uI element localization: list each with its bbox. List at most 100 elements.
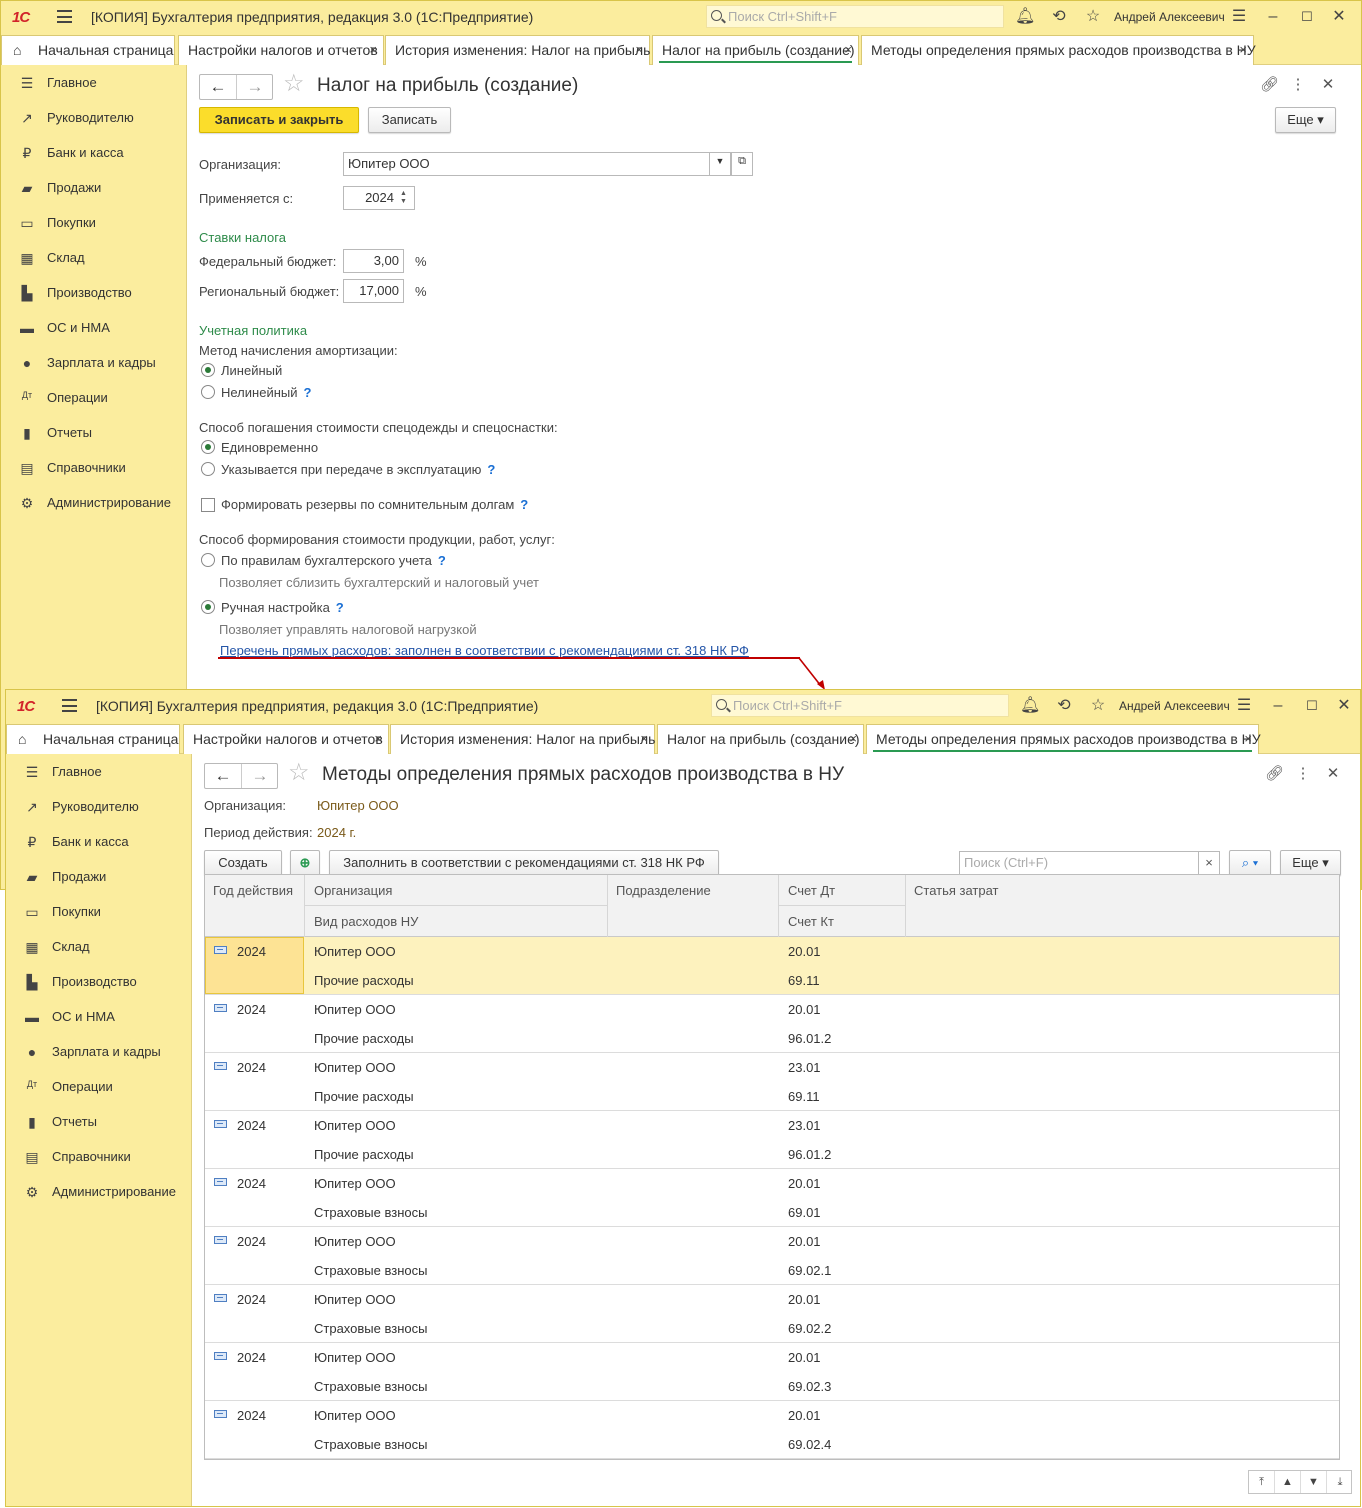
- tab-close-icon[interactable]: ×: [1244, 731, 1252, 746]
- sidebar-item-manager[interactable]: ↗ Руководителю: [1, 110, 187, 140]
- reserves-label[interactable]: Формировать резервы по сомнительным долг…: [221, 497, 528, 512]
- maximize-icon[interactable]: ☐: [1297, 7, 1317, 27]
- save-button[interactable]: Записать: [368, 107, 451, 133]
- radio-nonlinear[interactable]: [201, 385, 215, 399]
- col-expense-type[interactable]: Вид расходов НУ: [314, 914, 418, 929]
- open-icon[interactable]: ⧉: [731, 152, 753, 176]
- forward-arrow-icon[interactable]: →: [237, 76, 273, 98]
- history-icon[interactable]: ⟲: [1054, 696, 1074, 716]
- col-cost-item[interactable]: Статья затрат: [914, 883, 999, 898]
- linear-label[interactable]: Линейный: [221, 363, 282, 378]
- favorites-star-icon[interactable]: ☆: [1083, 7, 1103, 27]
- list-search-input[interactable]: Поиск (Ctrl+F): [959, 851, 1199, 875]
- global-search-input[interactable]: Поиск Ctrl+Shift+F: [711, 694, 1009, 717]
- help-icon[interactable]: ?: [304, 385, 312, 400]
- more-vert-icon[interactable]: ⋮: [1294, 764, 1312, 782]
- sidebar-item-fixed-assets[interactable]: ▬ ОС и НМА: [1, 320, 187, 350]
- settings-menu-icon[interactable]: ☰: [1234, 696, 1254, 716]
- table-row[interactable]: 2024 Юпитер ООО Прочие расходы 23.01 96.…: [205, 1111, 1339, 1169]
- col-credit[interactable]: Счет Кт: [788, 914, 834, 929]
- manual-label[interactable]: Ручная настройка?: [221, 600, 344, 615]
- sidebar-item-purchases[interactable]: ▭ Покупки: [6, 904, 192, 934]
- tab-close-icon[interactable]: ×: [635, 42, 643, 57]
- sidebar-item-reports[interactable]: ▮ Отчеты: [1, 425, 187, 455]
- tab-direct-expense-methods[interactable]: Методы определения прямых расходов произ…: [866, 724, 1261, 754]
- save-and-close-button[interactable]: Записать и закрыть: [199, 107, 359, 133]
- radio-once[interactable]: [201, 440, 215, 454]
- help-icon[interactable]: ?: [336, 600, 344, 615]
- tab-close-icon[interactable]: ×: [374, 731, 382, 746]
- back-arrow-icon[interactable]: ←: [200, 76, 236, 98]
- favorites-star-icon[interactable]: ☆: [1088, 696, 1108, 716]
- tab-home[interactable]: ⌂ Начальная страница: [6, 724, 180, 754]
- tab-direct-expense-methods[interactable]: Методы определения прямых расходов произ…: [861, 35, 1256, 65]
- table-row[interactable]: 2024 Юпитер ООО Страховые взносы 20.01 6…: [205, 1227, 1339, 1285]
- nonlinear-label[interactable]: Нелинейный?: [221, 385, 311, 400]
- favorite-star-icon[interactable]: ☆: [283, 71, 305, 97]
- clear-search-icon[interactable]: ×: [1198, 851, 1220, 875]
- form-close-icon[interactable]: ✕: [1324, 764, 1342, 782]
- sidebar-item-production[interactable]: ▙ Производство: [6, 974, 192, 1004]
- sidebar-item-salary[interactable]: ● Зарплата и кадры: [1, 355, 187, 385]
- tab-close-icon[interactable]: ×: [844, 42, 852, 57]
- sidebar-item-manager[interactable]: ↗ Руководителю: [6, 799, 192, 829]
- accounting-rules-label[interactable]: По правилам бухгалтерского учета?: [221, 553, 446, 568]
- history-icon[interactable]: ⟲: [1049, 7, 1069, 27]
- help-icon[interactable]: ?: [438, 553, 446, 568]
- tab-tax-settings[interactable]: Настройки налогов и отчетов ×: [183, 724, 389, 754]
- sidebar-item-references[interactable]: ▤ Справочники: [1, 460, 187, 490]
- radio-transfer[interactable]: [201, 462, 215, 476]
- more-vert-icon[interactable]: ⋮: [1289, 75, 1307, 93]
- table-row[interactable]: 2024 Юпитер ООО Страховые взносы 20.01 6…: [205, 1343, 1339, 1401]
- tab-tax-profit-create[interactable]: Налог на прибыль (создание) ×: [652, 35, 859, 65]
- sidebar-item-operations[interactable]: Дт Операции: [1, 390, 187, 420]
- sidebar-item-warehouse[interactable]: ▦ Склад: [1, 250, 187, 280]
- col-division[interactable]: Подразделение: [616, 883, 711, 898]
- tab-tax-settings[interactable]: Настройки налогов и отчетов ×: [178, 35, 384, 65]
- sidebar-item-bank[interactable]: ₽ Банк и касса: [6, 834, 192, 864]
- sidebar-item-admin[interactable]: ⚙ Администрирование: [1, 495, 187, 525]
- col-year[interactable]: Год действия: [213, 883, 293, 898]
- scroll-top-icon[interactable]: ⤒: [1249, 1471, 1275, 1493]
- radio-manual[interactable]: [201, 600, 215, 614]
- radio-accounting-rules[interactable]: [201, 553, 215, 567]
- sidebar-item-operations[interactable]: Дт Операции: [6, 1079, 192, 1109]
- sidebar-item-main[interactable]: ☰ Главное: [6, 764, 192, 794]
- tab-close-icon[interactable]: ×: [849, 731, 857, 746]
- global-search-input[interactable]: Поиск Ctrl+Shift+F: [706, 5, 1004, 28]
- main-menu-icon[interactable]: [57, 10, 72, 23]
- bell-icon[interactable]: 🔔︎: [1015, 7, 1035, 27]
- help-icon[interactable]: ?: [487, 462, 495, 477]
- tab-home[interactable]: ⌂ Начальная страница: [1, 35, 175, 65]
- sidebar-item-sales[interactable]: ▰ Продажи: [6, 869, 192, 899]
- sidebar-item-admin[interactable]: ⚙ Администрирование: [6, 1184, 192, 1214]
- sidebar-item-references[interactable]: ▤ Справочники: [6, 1149, 192, 1179]
- link-icon[interactable]: 🔗︎: [1260, 75, 1279, 93]
- table-row[interactable]: 2024 Юпитер ООО Прочие расходы 20.01 96.…: [205, 995, 1339, 1053]
- sidebar-item-purchases[interactable]: ▭ Покупки: [1, 215, 187, 245]
- form-close-icon[interactable]: ✕: [1319, 75, 1337, 93]
- sidebar-item-salary[interactable]: ● Зарплата и кадры: [6, 1044, 192, 1074]
- tab-close-icon[interactable]: ×: [369, 42, 377, 57]
- regional-rate-field[interactable]: 17,000: [343, 279, 404, 303]
- scroll-bottom-icon[interactable]: ⤓: [1327, 1471, 1353, 1493]
- scroll-up-icon[interactable]: ▲: [1275, 1471, 1301, 1493]
- sidebar-item-bank[interactable]: ₽ Банк и касса: [1, 145, 187, 175]
- sidebar-item-warehouse[interactable]: ▦ Склад: [6, 939, 192, 969]
- sidebar-item-fixed-assets[interactable]: ▬ ОС и НМА: [6, 1009, 192, 1039]
- table-row[interactable]: 2024 Юпитер ООО Прочие расходы 23.01 69.…: [205, 1053, 1339, 1111]
- sidebar-item-sales[interactable]: ▰ Продажи: [1, 180, 187, 210]
- transfer-label[interactable]: Указывается при передаче в эксплуатацию?: [221, 462, 495, 477]
- help-icon[interactable]: ?: [520, 497, 528, 512]
- settings-menu-icon[interactable]: ☰: [1229, 7, 1249, 27]
- reserves-checkbox[interactable]: [201, 498, 215, 512]
- search-options-button[interactable]: ⌕ ▾: [1229, 850, 1271, 876]
- scroll-down-icon[interactable]: ▼: [1301, 1471, 1327, 1493]
- window-close-icon[interactable]: ✕: [1334, 696, 1354, 716]
- tab-history[interactable]: История изменения: Налог на прибыль ×: [385, 35, 650, 65]
- minimize-icon[interactable]: –: [1268, 696, 1288, 716]
- federal-rate-field[interactable]: 3,00: [343, 249, 404, 273]
- favorite-star-icon[interactable]: ☆: [288, 760, 310, 786]
- main-menu-icon[interactable]: [62, 699, 77, 712]
- table-row[interactable]: 2024 Юпитер ООО Страховые взносы 20.01 6…: [205, 1169, 1339, 1227]
